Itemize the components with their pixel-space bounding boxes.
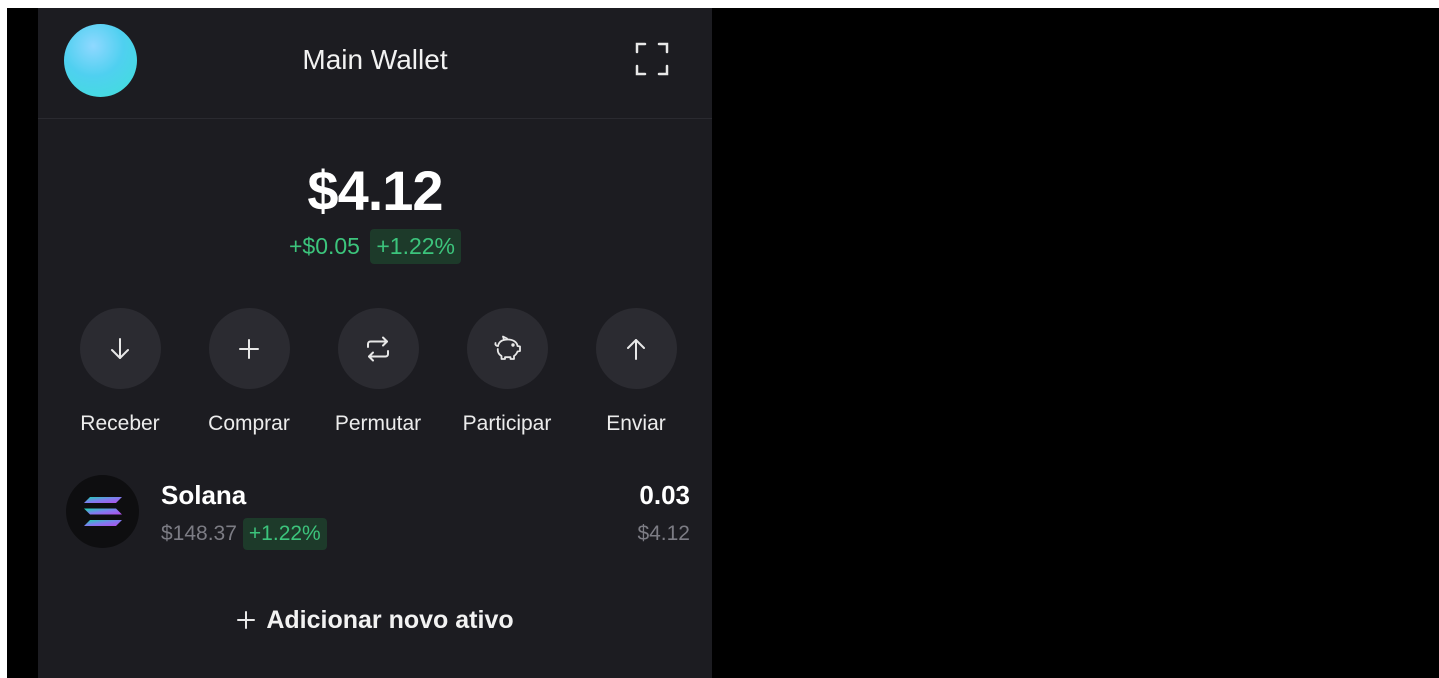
send-button[interactable]: Enviar	[566, 308, 706, 436]
receive-label: Receber	[80, 412, 160, 435]
piggy-bank-icon	[494, 335, 521, 360]
asset-change-pct: +1.22%	[242, 518, 327, 550]
asset-value: $4.12	[637, 522, 690, 545]
add-plus-icon	[236, 606, 256, 635]
wallet-panel: Main Wallet $4.12 +$0.05 +1.22% Receber …	[38, 8, 712, 678]
receive-button[interactable]: Receber	[50, 308, 190, 436]
balance-change-abs: +$0.05	[288, 233, 360, 259]
add-asset-label: Adicionar novo ativo	[266, 606, 514, 634]
swap-label: Permutar	[334, 412, 422, 435]
balance-change: +$0.05 +1.22%	[38, 229, 712, 264]
arrow-up-icon	[627, 338, 645, 360]
wallet-header: Main Wallet	[38, 8, 712, 119]
asset-row-solana[interactable]: Solana $148.37 +1.22% 0.03 $4.12	[38, 470, 712, 556]
stake-circle[interactable]	[466, 308, 548, 389]
action-bar: Receber Comprar Permutar Participar Envi…	[38, 308, 712, 438]
swap-circle[interactable]	[337, 308, 419, 389]
asset-name: Solana	[161, 480, 247, 510]
buy-button[interactable]: Comprar	[179, 308, 319, 436]
expand-button[interactable]	[634, 41, 670, 77]
stake-button[interactable]: Participar	[437, 308, 577, 436]
stake-label: Participar	[462, 412, 552, 435]
buy-circle[interactable]	[208, 308, 290, 389]
top-edge	[0, 0, 1439, 8]
send-circle[interactable]	[595, 308, 677, 389]
solana-icon	[83, 496, 122, 526]
plus-icon	[239, 338, 259, 359]
swap-button[interactable]: Permutar	[308, 308, 448, 436]
add-asset-button[interactable]: Adicionar novo ativo	[38, 606, 712, 635]
asset-amount: 0.03	[639, 480, 690, 510]
send-label: Enviar	[606, 412, 666, 435]
swap-icon	[367, 336, 389, 361]
asset-price-line: $148.37 +1.22%	[161, 518, 327, 550]
solana-logo	[66, 475, 139, 548]
buy-label: Comprar	[208, 412, 290, 435]
wallet-title[interactable]: Main Wallet	[38, 44, 712, 76]
arrow-down-icon	[111, 337, 129, 359]
receive-circle[interactable]	[79, 308, 161, 389]
balance-change-pct: +1.22%	[370, 229, 462, 264]
expand-icon	[635, 42, 669, 76]
asset-price: $148.37	[161, 522, 237, 545]
total-balance: $4.12	[307, 159, 443, 222]
left-edge	[0, 0, 7, 678]
